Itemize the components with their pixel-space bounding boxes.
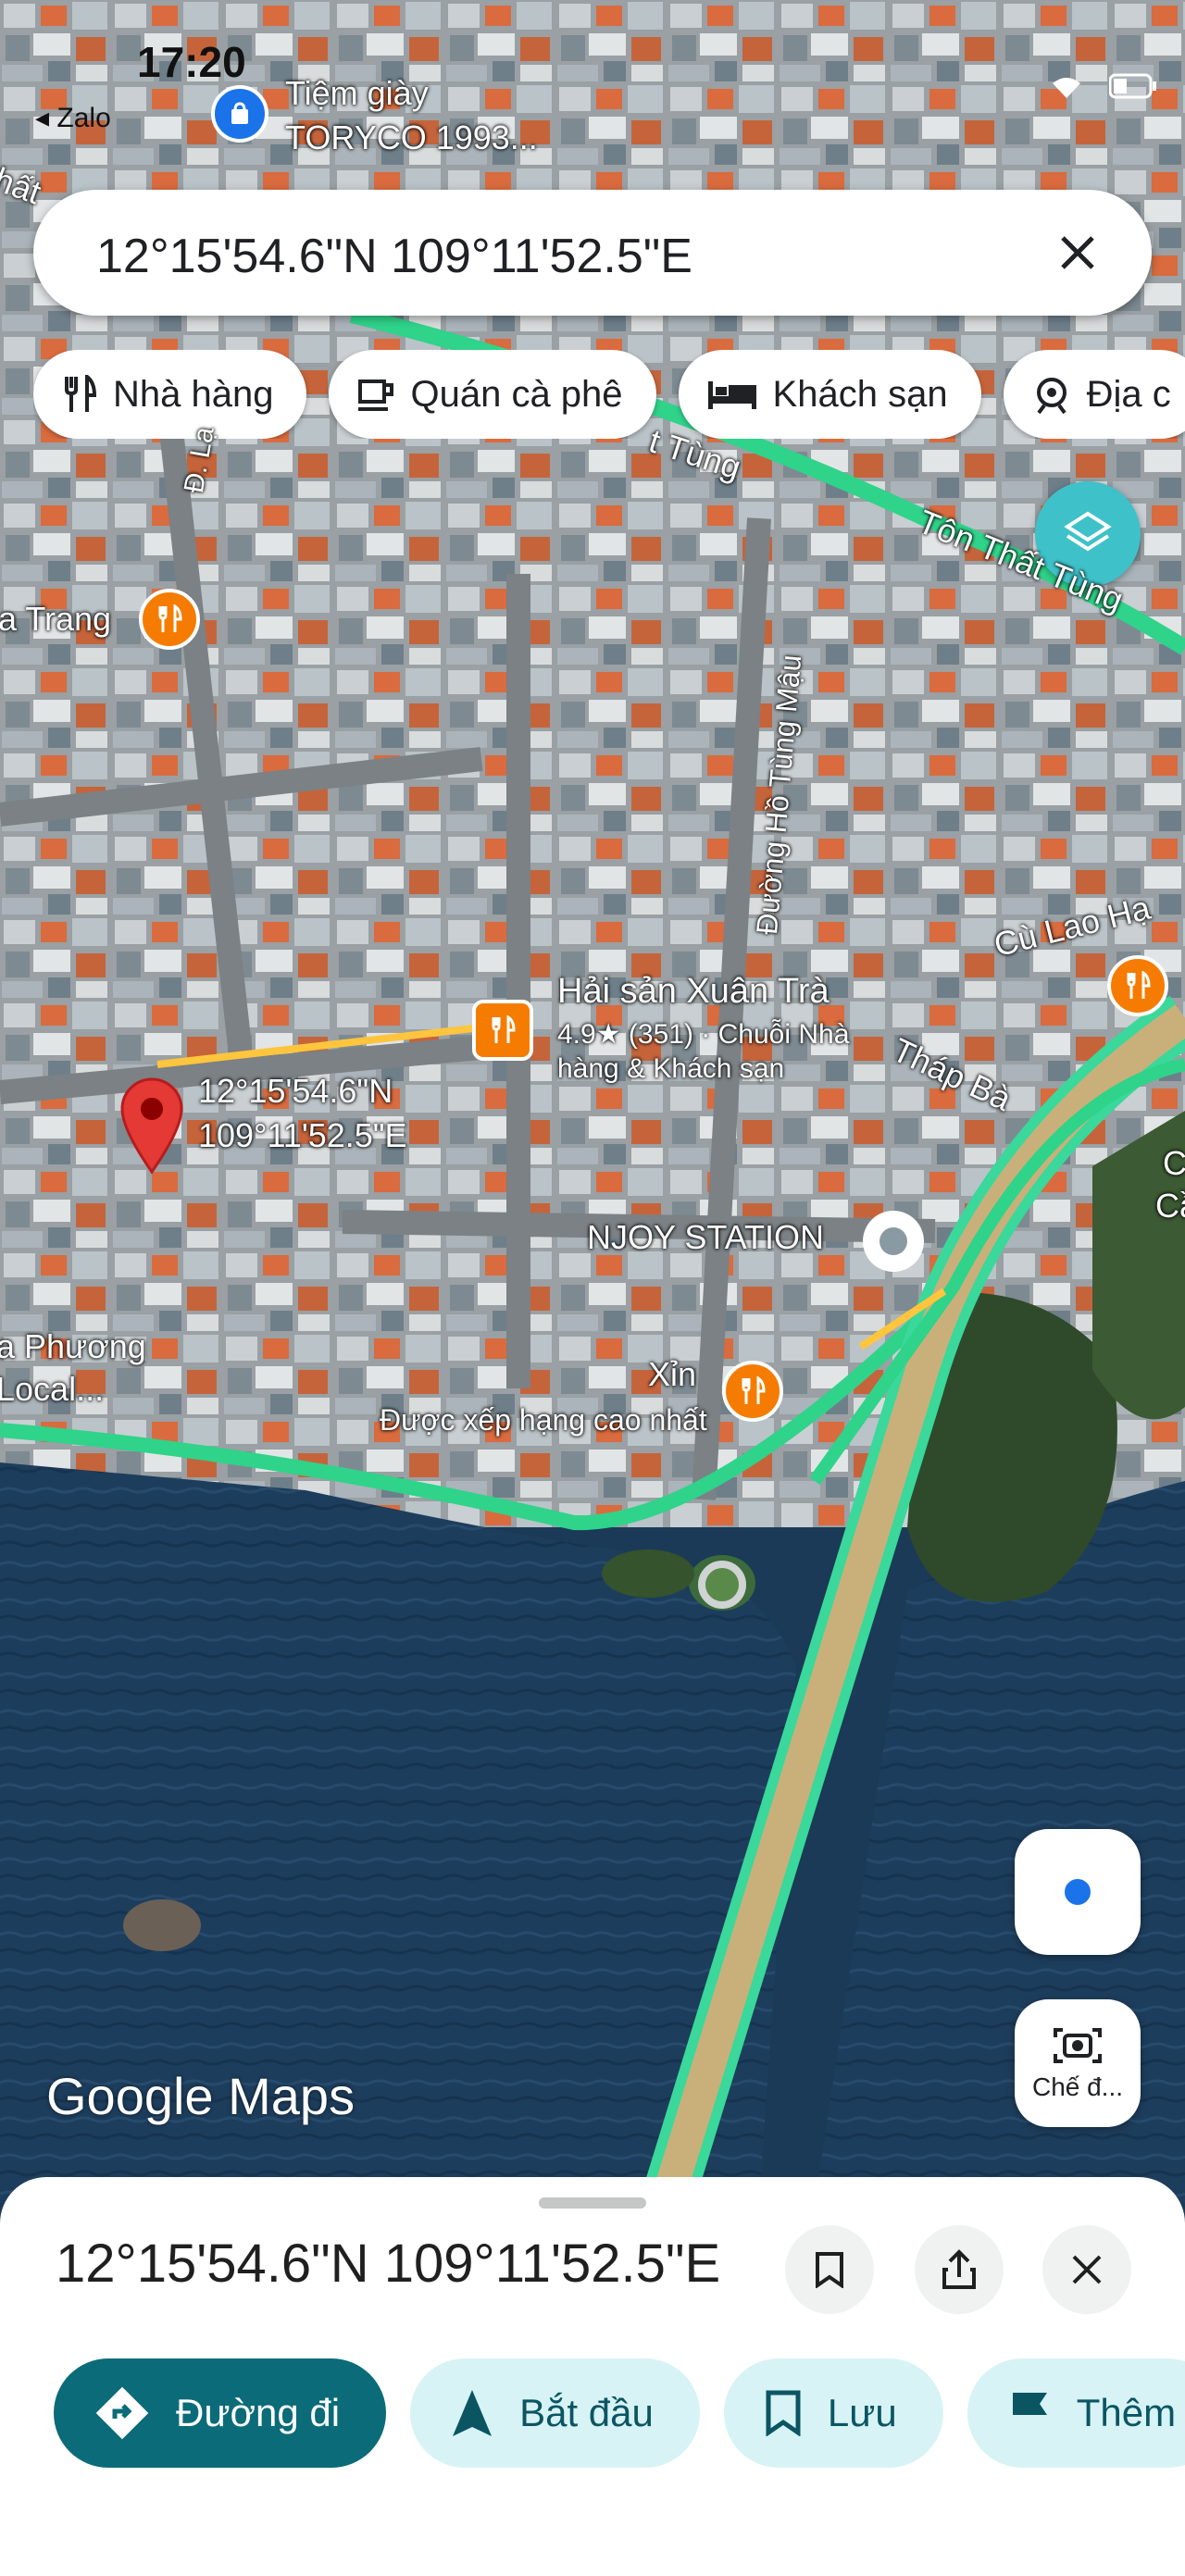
- place-label-phuong: a Phương: [0, 1327, 146, 1365]
- map-pin-icon: [120, 1077, 183, 1175]
- chip-label: Quán cà phê: [410, 373, 623, 415]
- save-place-button[interactable]: Lưu: [723, 2358, 943, 2468]
- chip-label: Nhà hàng: [113, 373, 274, 415]
- share-icon: [942, 2249, 976, 2289]
- status-time: 17:20: [137, 38, 246, 86]
- my-location-button[interactable]: [1015, 1829, 1141, 1955]
- save-button[interactable]: [785, 2225, 874, 2314]
- place-label-edge: Cầ: [1155, 1187, 1185, 1225]
- action-label: Thêm: [1076, 2391, 1177, 2434]
- flag-icon: [1012, 2393, 1047, 2435]
- restaurant-marker: [722, 1361, 783, 1422]
- chip-label: Địa c: [1086, 373, 1171, 415]
- fork-knife-icon: [158, 604, 182, 632]
- chip-label: Khách sạn: [772, 373, 948, 415]
- poi-restaurant-a-trang[interactable]: [139, 589, 200, 650]
- bottom-sheet[interactable]: 12°15'54.6"N 109°11'52.5"E Đường đi Bắt …: [0, 2177, 1185, 2576]
- close-sheet-button[interactable]: [1042, 2225, 1131, 2314]
- poi-label-line1: Tiệm giày: [285, 74, 429, 112]
- poi-name: Xỉn: [648, 1355, 697, 1393]
- layers-icon: [1064, 511, 1112, 552]
- start-button[interactable]: Bắt đầu: [410, 2358, 700, 2468]
- navigation-arrow-icon: [453, 2390, 493, 2436]
- chip-hotels[interactable]: Khách sạn: [678, 350, 981, 439]
- place-marker-icon: [863, 1211, 924, 1272]
- back-to-zalo-link[interactable]: ◂ Zalo: [35, 102, 111, 134]
- bookmark-icon: [816, 2252, 843, 2288]
- search-bar[interactable]: 12°15'54.6"N 109°11'52.5"E: [33, 190, 1152, 316]
- pin-label-lng: 109°11'52.5"E: [198, 1116, 407, 1154]
- bookmark-icon: [766, 2390, 801, 2436]
- landmark-icon: [1036, 378, 1066, 415]
- system-icons: [1048, 72, 1157, 100]
- chip-cafes[interactable]: Quán cà phê: [329, 350, 656, 439]
- action-label: Đường đi: [176, 2391, 341, 2434]
- fork-knife-icon: [1127, 971, 1151, 999]
- battery-icon: [1109, 73, 1156, 99]
- place-label-local: Local...: [0, 1370, 105, 1408]
- directions-icon: [95, 2386, 149, 2440]
- poi-rating: 4.9★ (351) · Chuỗi Nhà: [557, 1019, 850, 1050]
- action-buttons: Đường đi Bắt đầu Lưu Thêm: [54, 2358, 1185, 2468]
- fork-knife-icon: [65, 375, 97, 412]
- fork-knife-icon: [742, 1376, 766, 1404]
- close-icon: [1061, 236, 1094, 269]
- wifi-icon: [1053, 78, 1080, 98]
- category-chips: Nhà hàng Quán cà phê Khách sạn Địa c: [33, 350, 1185, 439]
- google-maps-logo: Google Maps: [46, 2067, 356, 2125]
- add-more-button[interactable]: Thêm: [967, 2358, 1185, 2468]
- search-query-text: 12°15'54.6"N 109°11'52.5"E: [96, 230, 692, 283]
- dropped-pin[interactable]: 12°15'54.6"N 109°11'52.5"E: [115, 1072, 407, 1180]
- sheet-title: 12°15'54.6"N 109°11'52.5"E: [56, 2234, 721, 2294]
- poi-name: Hải sản Xuân Trà: [557, 972, 830, 1011]
- share-button[interactable]: [915, 2225, 1004, 2314]
- poi-label-line2: TORYCO 1993...: [285, 118, 538, 156]
- poi-rank: Được xếp hạng cao nhất: [380, 1403, 707, 1437]
- pin-label-lat: 12°15'54.6"N: [198, 1072, 393, 1110]
- directions-button[interactable]: Đường đi: [54, 2358, 387, 2468]
- poi-restaurant-cu-lao-ha[interactable]: [1107, 955, 1168, 1016]
- camera-mode-label: Chế đ...: [1031, 2072, 1124, 2101]
- clear-search-button[interactable]: [1042, 218, 1113, 288]
- chip-attractions[interactable]: Địa c: [1003, 350, 1185, 439]
- close-icon: [1072, 2255, 1102, 2284]
- restaurant-marker: [472, 1000, 533, 1061]
- camera-mode-button[interactable]: Chế đ...: [1015, 1999, 1141, 2127]
- poi-name: NJOY STATION: [587, 1218, 825, 1256]
- action-label: Bắt đầu: [519, 2391, 654, 2434]
- place-label-edge: C: [1163, 1144, 1185, 1182]
- coffee-cup-icon: [358, 380, 394, 411]
- fork-knife-icon: [492, 1015, 516, 1043]
- my-location-icon: [1061, 1875, 1094, 1909]
- sheet-drag-handle[interactable]: [539, 2197, 646, 2209]
- bed-icon: [707, 381, 756, 409]
- map-view[interactable]: 17:20 ◂ Zalo Tiệm giày TORYCO 1993... 12…: [0, 0, 1185, 2203]
- camera-scan-icon: [1054, 2028, 1102, 2063]
- status-bar: 17:20 ◂ Zalo: [0, 0, 1185, 139]
- action-label: Lưu: [827, 2391, 897, 2434]
- poi-category: hàng & Khách sạn: [557, 1053, 785, 1084]
- shopping-bag-icon: [211, 85, 268, 143]
- chip-restaurants[interactable]: Nhà hàng: [33, 350, 307, 439]
- place-label-a-trang: a Trang: [0, 600, 112, 638]
